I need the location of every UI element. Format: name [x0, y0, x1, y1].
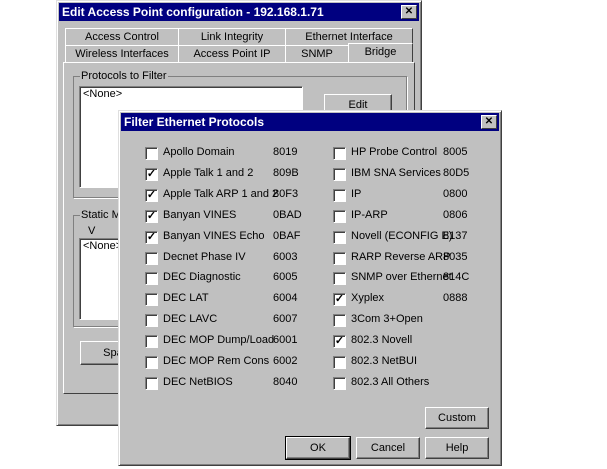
protocol-code: 0800	[443, 187, 468, 200]
protocol-code: 8040	[273, 375, 298, 388]
main-close-icon[interactable]: ✕	[401, 5, 417, 19]
protocol-code: 8035	[443, 250, 468, 263]
cancel-button[interactable]: Cancel	[356, 437, 420, 459]
main-dialog-title: Edit Access Point configuration - 192.16…	[62, 5, 324, 19]
tab-access-point-ip[interactable]: Access Point IP	[178, 45, 286, 62]
protocol-label: SNMP over Ethernet	[351, 271, 452, 284]
protocol-code: 6001	[273, 334, 298, 347]
protocol-code: 8019	[273, 146, 298, 158]
tab-bridge[interactable]: Bridge	[348, 43, 413, 63]
protocols-group-label: Protocols to Filter	[80, 70, 168, 82]
protocol-checkbox[interactable]	[145, 293, 158, 307]
protocol-label: Apple Talk ARP 1 and 2	[163, 187, 279, 200]
custom-button[interactable]: Custom	[425, 407, 489, 429]
static-column-header: V	[88, 225, 96, 237]
protocol-label: DEC LAT	[163, 292, 209, 305]
protocol-label: 802.3 NetBUI	[351, 355, 418, 367]
protocol-checkbox[interactable]	[145, 251, 158, 265]
filter-close-icon[interactable]: ✕	[481, 115, 497, 129]
protocol-label: 802.3 Novell	[351, 334, 413, 347]
protocol-checkbox[interactable]	[333, 356, 346, 369]
protocol-code: 6002	[273, 355, 298, 367]
protocol-checkbox[interactable]	[145, 356, 158, 369]
protocol-checkbox[interactable]: ✓	[145, 209, 158, 223]
protocol-checkbox[interactable]	[145, 147, 158, 160]
protocol-checkbox[interactable]: ✓	[333, 335, 346, 349]
protocol-label: DEC MOP Dump/Load	[163, 334, 275, 347]
filter-ethernet-protocols-dialog: Filter Ethernet Protocols ✕ Apollo Domai…	[118, 110, 502, 466]
protocols-list-value: <None>	[83, 88, 123, 100]
protocol-code: 814C	[443, 271, 470, 284]
protocol-code: 6004	[273, 292, 298, 305]
tab-snmp[interactable]: SNMP	[285, 45, 349, 62]
protocol-checkbox[interactable]	[333, 188, 346, 202]
protocol-checkbox[interactable]	[145, 376, 158, 390]
protocol-checkbox[interactable]	[333, 230, 346, 244]
protocol-label: HP Probe Control	[351, 146, 438, 158]
help-button[interactable]: Help	[425, 437, 489, 459]
filter-dialog-title: Filter Ethernet Protocols	[124, 115, 265, 129]
protocol-checkbox[interactable]	[145, 272, 158, 286]
protocol-label: IP	[351, 187, 362, 200]
protocol-label: Apollo Domain	[163, 146, 235, 158]
tab-access-control[interactable]: Access Control	[65, 28, 179, 45]
protocol-label: Xyplex	[351, 292, 385, 305]
protocol-label: IP-ARP	[351, 208, 388, 221]
protocol-code: 0806	[443, 208, 468, 221]
protocol-label: DEC LAVC	[163, 313, 218, 326]
protocol-label: RARP Reverse ARP	[351, 250, 451, 263]
tab-wireless-interfaces[interactable]: Wireless Interfaces	[65, 45, 179, 62]
static-list-value: <None>	[83, 240, 123, 252]
protocol-checkbox[interactable]	[145, 314, 158, 328]
main-title-bar[interactable]: Edit Access Point configuration - 192.16…	[59, 3, 419, 21]
protocol-label: Novell (ECONFIG E)	[351, 229, 453, 242]
protocol-checkbox[interactable]	[333, 147, 346, 160]
protocol-label: 802.3 All Others	[351, 375, 430, 388]
protocol-code: 0BAF	[273, 229, 301, 242]
protocol-code: 6005	[273, 271, 298, 284]
protocol-code: 6003	[273, 250, 298, 263]
protocol-code: 6007	[273, 313, 298, 326]
protocol-code: 80F3	[273, 187, 299, 200]
protocol-checkbox[interactable]: ✓	[145, 188, 158, 202]
protocol-label: IBM SNA Services	[351, 166, 441, 179]
protocol-checkbox[interactable]	[333, 272, 346, 286]
protocol-checkbox[interactable]	[333, 209, 346, 223]
protocol-label: DEC Diagnostic	[163, 271, 241, 284]
protocol-code: 809B	[273, 166, 299, 179]
tab-link-integrity[interactable]: Link Integrity	[178, 28, 286, 45]
protocol-label: DEC NetBIOS	[163, 375, 233, 388]
protocol-label: Apple Talk 1 and 2	[163, 166, 254, 179]
protocol-checkbox[interactable]: ✓	[145, 167, 158, 181]
protocol-code: 8137	[443, 229, 468, 242]
protocol-checkbox[interactable]	[145, 335, 158, 349]
ok-button[interactable]: OK	[285, 436, 351, 460]
protocol-checkbox[interactable]	[333, 167, 346, 181]
protocol-checkbox[interactable]: ✓	[145, 230, 158, 244]
protocol-checkbox[interactable]	[333, 376, 346, 390]
protocol-code: 0888	[443, 292, 468, 305]
protocol-code: 8005	[443, 146, 468, 158]
protocol-label: Banyan VINES Echo	[163, 229, 265, 242]
protocol-code: 0BAD	[273, 208, 302, 221]
protocol-label: Banyan VINES	[163, 208, 237, 221]
protocol-label: DEC MOP Rem Cons	[163, 355, 270, 367]
protocol-checkbox[interactable]	[333, 251, 346, 265]
protocol-label: Decnet Phase IV	[163, 250, 246, 263]
protocol-code: 80D5	[443, 166, 470, 179]
protocol-label: 3Com 3+Open	[351, 313, 423, 326]
protocol-checkbox[interactable]	[333, 314, 346, 328]
protocol-checkbox[interactable]: ✓	[333, 293, 346, 307]
filter-title-bar[interactable]: Filter Ethernet Protocols ✕	[121, 113, 499, 131]
